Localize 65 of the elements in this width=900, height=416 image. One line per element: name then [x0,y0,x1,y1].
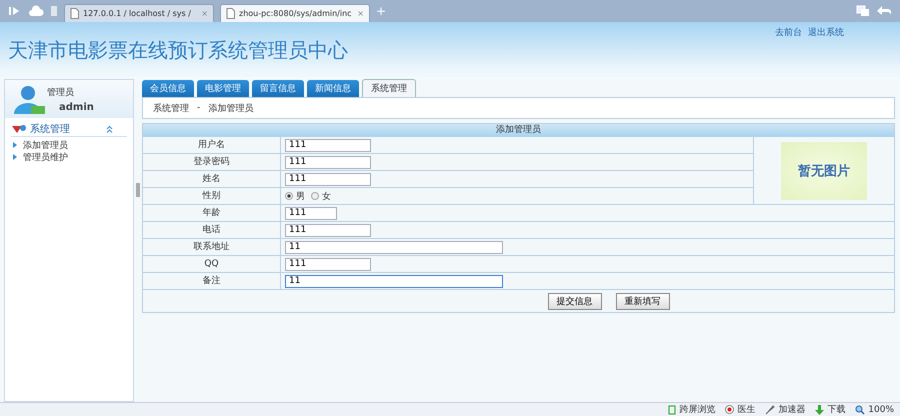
status-item[interactable]: 100% [868,404,894,414]
radio-label: 男 [296,190,305,202]
field-label: 性别 [143,188,281,205]
tab-title: zhou-pc:8080/sys/admin/inc [239,9,353,18]
status-item[interactable]: 跨屏浏览 [679,403,716,416]
field-label: 电话 [143,222,281,239]
menu-item[interactable]: 添加管理员 [23,138,68,152]
text-field[interactable]: 111 [285,172,371,186]
nav-tab[interactable]: 会员信息 [142,80,194,97]
page-icon [70,8,79,19]
radio-option[interactable]: 男 [285,190,305,202]
header-link[interactable]: 退出系统 [808,26,844,39]
breadcrumb-item: 添加管理员 [208,102,254,114]
zoom-icon [855,404,866,414]
radio-option[interactable]: 女 [311,190,331,202]
menu-section-icon [11,124,27,134]
field-label: 年龄 [143,205,281,222]
page-icon [226,8,235,19]
text-field[interactable]: 111 [285,138,371,152]
status-item[interactable]: 下载 [827,403,846,416]
browser-tab[interactable]: 127.0.0.1 / localhost / sys / × [64,4,214,22]
breadcrumb-item: 系统管理 [153,102,189,114]
breadcrumb-item: - [197,103,200,113]
screen-icon [668,404,676,414]
nav-tab[interactable]: 留言信息 [252,80,304,97]
form-button[interactable]: 重新填写 [616,292,670,310]
field-label: 用户名 [143,137,281,154]
field-label: 备注 [143,273,281,290]
browser-tab[interactable]: zhou-pc:8080/sys/admin/inc × [220,4,370,22]
radio-label: 女 [322,190,331,202]
text-field[interactable]: 11 [285,240,503,254]
field-label: 联系地址 [143,239,281,256]
field-label: 姓名 [143,171,281,188]
field-label: 登录密码 [143,154,281,171]
radio-button[interactable] [285,192,293,200]
user-role: 管理员 [47,86,74,99]
cloud-icon[interactable] [28,5,44,17]
form-title: 添加管理员 [143,124,894,137]
splitter-handle[interactable] [136,183,140,197]
field-label: QQ [143,256,281,273]
header-link[interactable]: 去前台 [775,26,802,39]
radio-button[interactable] [311,192,319,200]
user-avatar-icon [11,84,45,114]
tab-title: 127.0.0.1 / localhost / sys / [83,9,192,18]
status-item[interactable]: 医生 [737,403,756,416]
username: admin [59,102,94,113]
status-item[interactable]: 加速器 [778,403,806,416]
text-field[interactable]: 111 [285,206,337,220]
nav-tab[interactable]: 电影管理 [197,80,249,97]
download-icon [815,404,824,414]
collapse-chevron-icon[interactable] [106,126,113,132]
nav-tab[interactable]: 系统管理 [362,79,416,97]
text-field[interactable]: 111 [285,156,371,168]
menu-section-title[interactable]: 系统管理 [30,122,103,136]
site-title: 天津市电影票在线预订系统管理员中心 [8,37,348,64]
nav-tab[interactable]: 新闻信息 [307,80,359,97]
menu-item[interactable]: 管理员维护 [23,150,68,164]
doctor-icon [725,405,734,414]
back-arrow-icon[interactable] [876,5,892,17]
window-icon[interactable] [856,5,870,17]
text-field[interactable]: 111 [285,258,371,270]
text-field[interactable]: 11 [285,274,503,288]
text-field[interactable]: 111 [285,224,371,236]
form-button[interactable]: 提交信息 [548,292,602,310]
no-image-text: 暂无图片 [798,162,850,180]
